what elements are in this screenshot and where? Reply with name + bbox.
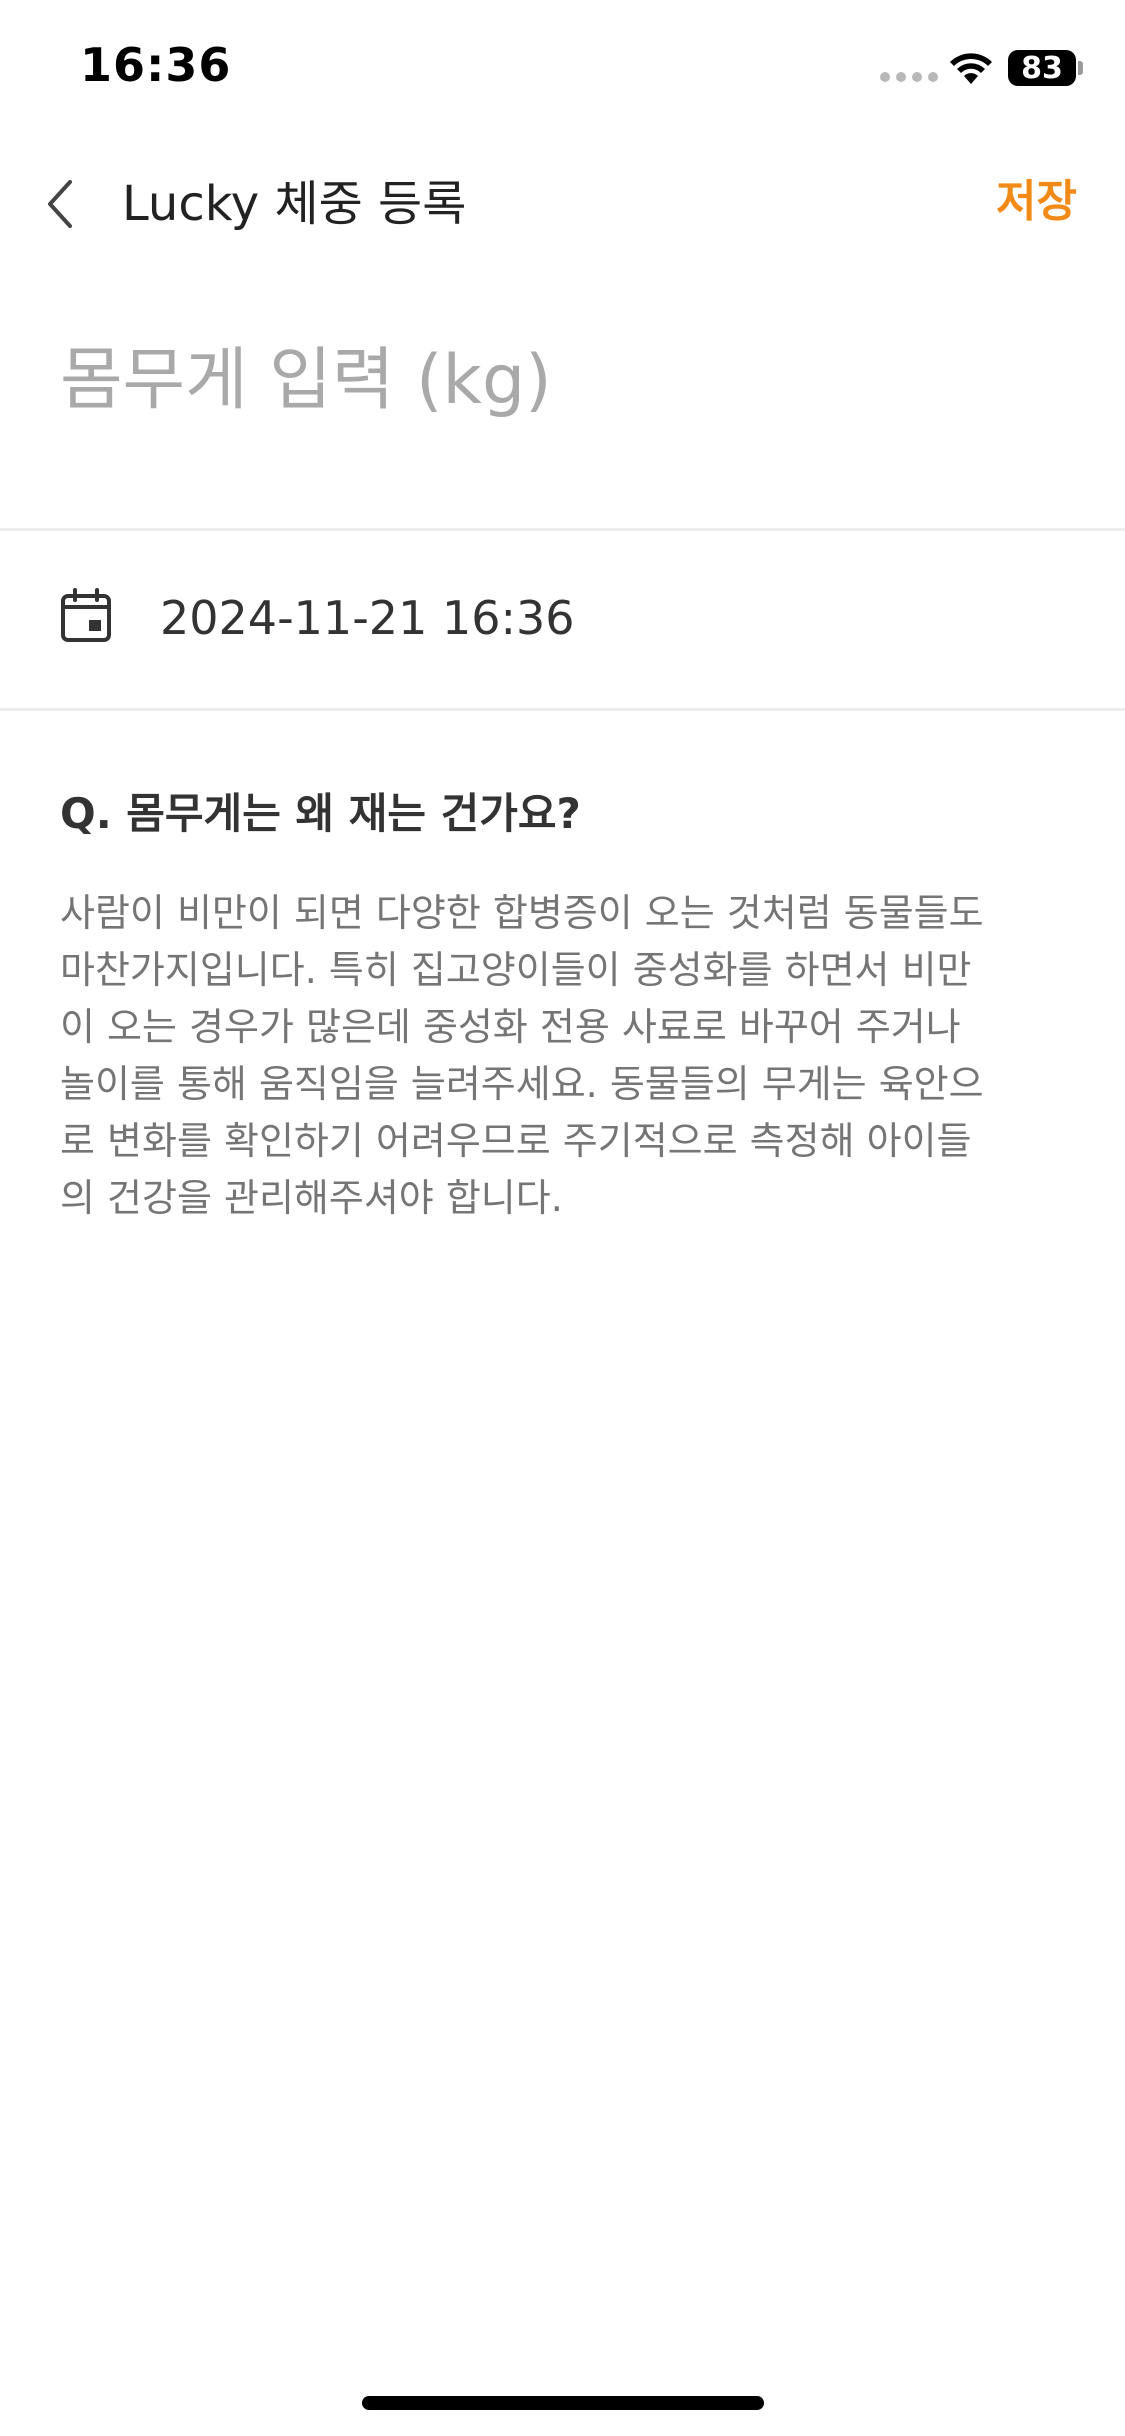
date-picker-row[interactable]: 2024-11-21 16:36 (0, 532, 1125, 710)
status-bar: 16:36 83 (0, 0, 1125, 140)
wifi-icon (950, 53, 992, 84)
calendar-icon (61, 588, 111, 642)
battery-cap (1078, 61, 1083, 75)
faq-answer: 사람이 비만이 되면 다양한 합병증이 오는 것처럼 동물들도 마찬가지입니다.… (60, 891, 984, 1220)
divider (0, 708, 1125, 711)
chevron-left-icon[interactable] (40, 174, 80, 234)
save-button[interactable]: 저장 (996, 172, 1077, 232)
weight-input[interactable] (60, 330, 1060, 430)
navigation-header: Lucky 체중 등록 저장 (0, 160, 1125, 248)
battery-icon: 83 (1008, 50, 1076, 86)
page-title: Lucky 체중 등록 (122, 176, 467, 232)
date-value: 2024-11-21 16:36 (160, 591, 575, 645)
battery-level: 83 (1021, 50, 1063, 86)
cellular-signal-icon (880, 72, 938, 82)
home-indicator[interactable] (362, 2396, 764, 2410)
status-time: 16:36 (80, 38, 232, 92)
divider (0, 528, 1125, 531)
faq-question: Q. 몸무게는 왜 재는 건가요? (60, 789, 581, 838)
